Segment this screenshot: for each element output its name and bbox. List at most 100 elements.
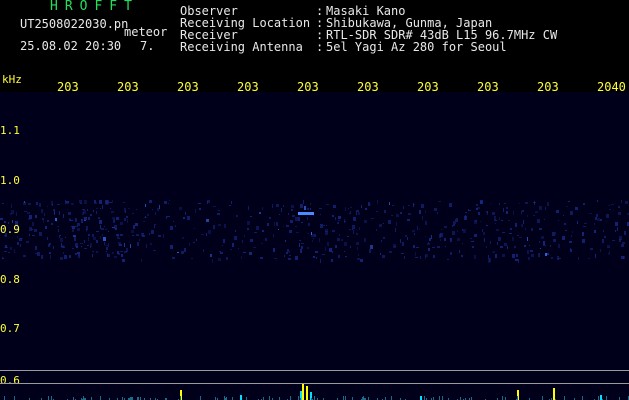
noise-speck — [344, 251, 345, 252]
noise-speck — [121, 254, 123, 257]
file-name: UT2508022030.pn — [20, 17, 129, 31]
noise-speck — [524, 245, 526, 247]
x-tick-label: 203 — [237, 80, 259, 94]
baseline-noise — [343, 396, 344, 400]
noise-speck — [71, 203, 74, 205]
noise-speck — [562, 236, 565, 240]
noise-speck — [213, 225, 215, 229]
noise-speck — [84, 217, 87, 220]
noise-speck — [45, 226, 47, 229]
noise-speck — [607, 247, 610, 248]
noise-speck — [101, 228, 104, 230]
noise-speck — [60, 238, 63, 242]
x-tick-label: 203 — [57, 80, 79, 94]
noise-speck — [135, 223, 138, 226]
noise-speck — [486, 225, 488, 226]
noise-speck — [149, 233, 150, 235]
noise-speck — [619, 236, 622, 240]
noise-speck — [108, 243, 109, 247]
baseline-noise — [363, 396, 364, 400]
noise-speck — [87, 245, 89, 246]
noise-speck — [301, 222, 303, 223]
noise-speck — [438, 201, 441, 202]
noise-speck — [332, 251, 333, 253]
noise-speck — [55, 218, 57, 221]
meta-value-antenna: 5el Yagi Az 280 for Seoul — [326, 40, 507, 54]
noise-speck — [338, 216, 341, 219]
noise-speck — [361, 205, 362, 208]
noise-speck — [63, 252, 64, 254]
noise-speck — [575, 207, 578, 210]
y-tick-label: 0.7 — [0, 322, 20, 335]
noise-speck — [27, 212, 30, 214]
noise-speck — [453, 224, 455, 226]
baseline-noise — [83, 396, 84, 400]
noise-speck — [106, 247, 108, 250]
noise-speck — [415, 252, 416, 256]
noise-speck — [137, 242, 139, 246]
meteor-echo — [298, 212, 314, 215]
noise-speck — [164, 201, 167, 204]
noise-speck — [502, 254, 505, 257]
noise-speck — [59, 235, 60, 238]
noise-speck — [145, 204, 146, 207]
noise-speck — [182, 237, 184, 239]
noise-speck — [350, 207, 352, 208]
noise-speck — [396, 222, 397, 226]
noise-speck — [525, 228, 526, 230]
noise-speck — [535, 211, 538, 213]
noise-speck — [218, 210, 220, 211]
noise-speck — [558, 220, 559, 221]
noise-speck — [349, 213, 350, 214]
noise-speck — [539, 206, 542, 210]
noise-speck — [17, 242, 19, 245]
noise-speck — [105, 229, 107, 230]
noise-speck — [286, 225, 289, 227]
noise-speck — [449, 203, 452, 207]
noise-speck — [158, 235, 161, 237]
noise-speck — [348, 208, 349, 209]
noise-speck — [111, 211, 114, 213]
noise-speck — [596, 214, 598, 217]
noise-speck — [120, 222, 123, 225]
noise-speck — [256, 226, 259, 230]
noise-speck — [425, 236, 426, 237]
noise-speck — [50, 255, 51, 259]
baseline-noise — [224, 396, 225, 400]
noise-speck — [337, 222, 339, 224]
noise-speck — [537, 219, 540, 223]
noise-speck — [167, 216, 170, 217]
noise-speck — [550, 245, 551, 247]
noise-speck — [147, 214, 149, 216]
baseline-noise — [314, 396, 315, 400]
noise-speck — [461, 255, 463, 257]
noise-speck — [480, 200, 483, 204]
noise-speck — [217, 213, 220, 215]
noise-speck — [380, 253, 381, 255]
noise-speck — [530, 250, 533, 252]
noise-speck — [146, 244, 147, 248]
y-tick-label: 0.8 — [0, 273, 20, 286]
x-tick-label: 203 — [477, 80, 499, 94]
noise-speck — [267, 223, 269, 226]
noise-speck — [8, 252, 10, 253]
noise-speck — [39, 232, 42, 236]
baseline-noise — [442, 396, 443, 400]
noise-speck — [622, 242, 625, 244]
noise-speck — [69, 255, 71, 258]
noise-speck — [383, 237, 385, 239]
noise-speck — [396, 214, 399, 217]
noise-speck — [313, 256, 315, 258]
noise-speck — [519, 203, 520, 204]
noise-speck — [453, 221, 456, 224]
noise-speck — [43, 220, 44, 223]
noise-speck — [159, 205, 160, 209]
noise-speck — [84, 240, 85, 243]
noise-speck — [2, 257, 3, 258]
noise-speck — [283, 205, 284, 207]
noise-speck — [243, 252, 246, 253]
noise-speck — [582, 239, 585, 243]
noise-speck — [370, 245, 373, 249]
noise-speck — [136, 209, 137, 210]
noise-speck — [112, 200, 113, 203]
